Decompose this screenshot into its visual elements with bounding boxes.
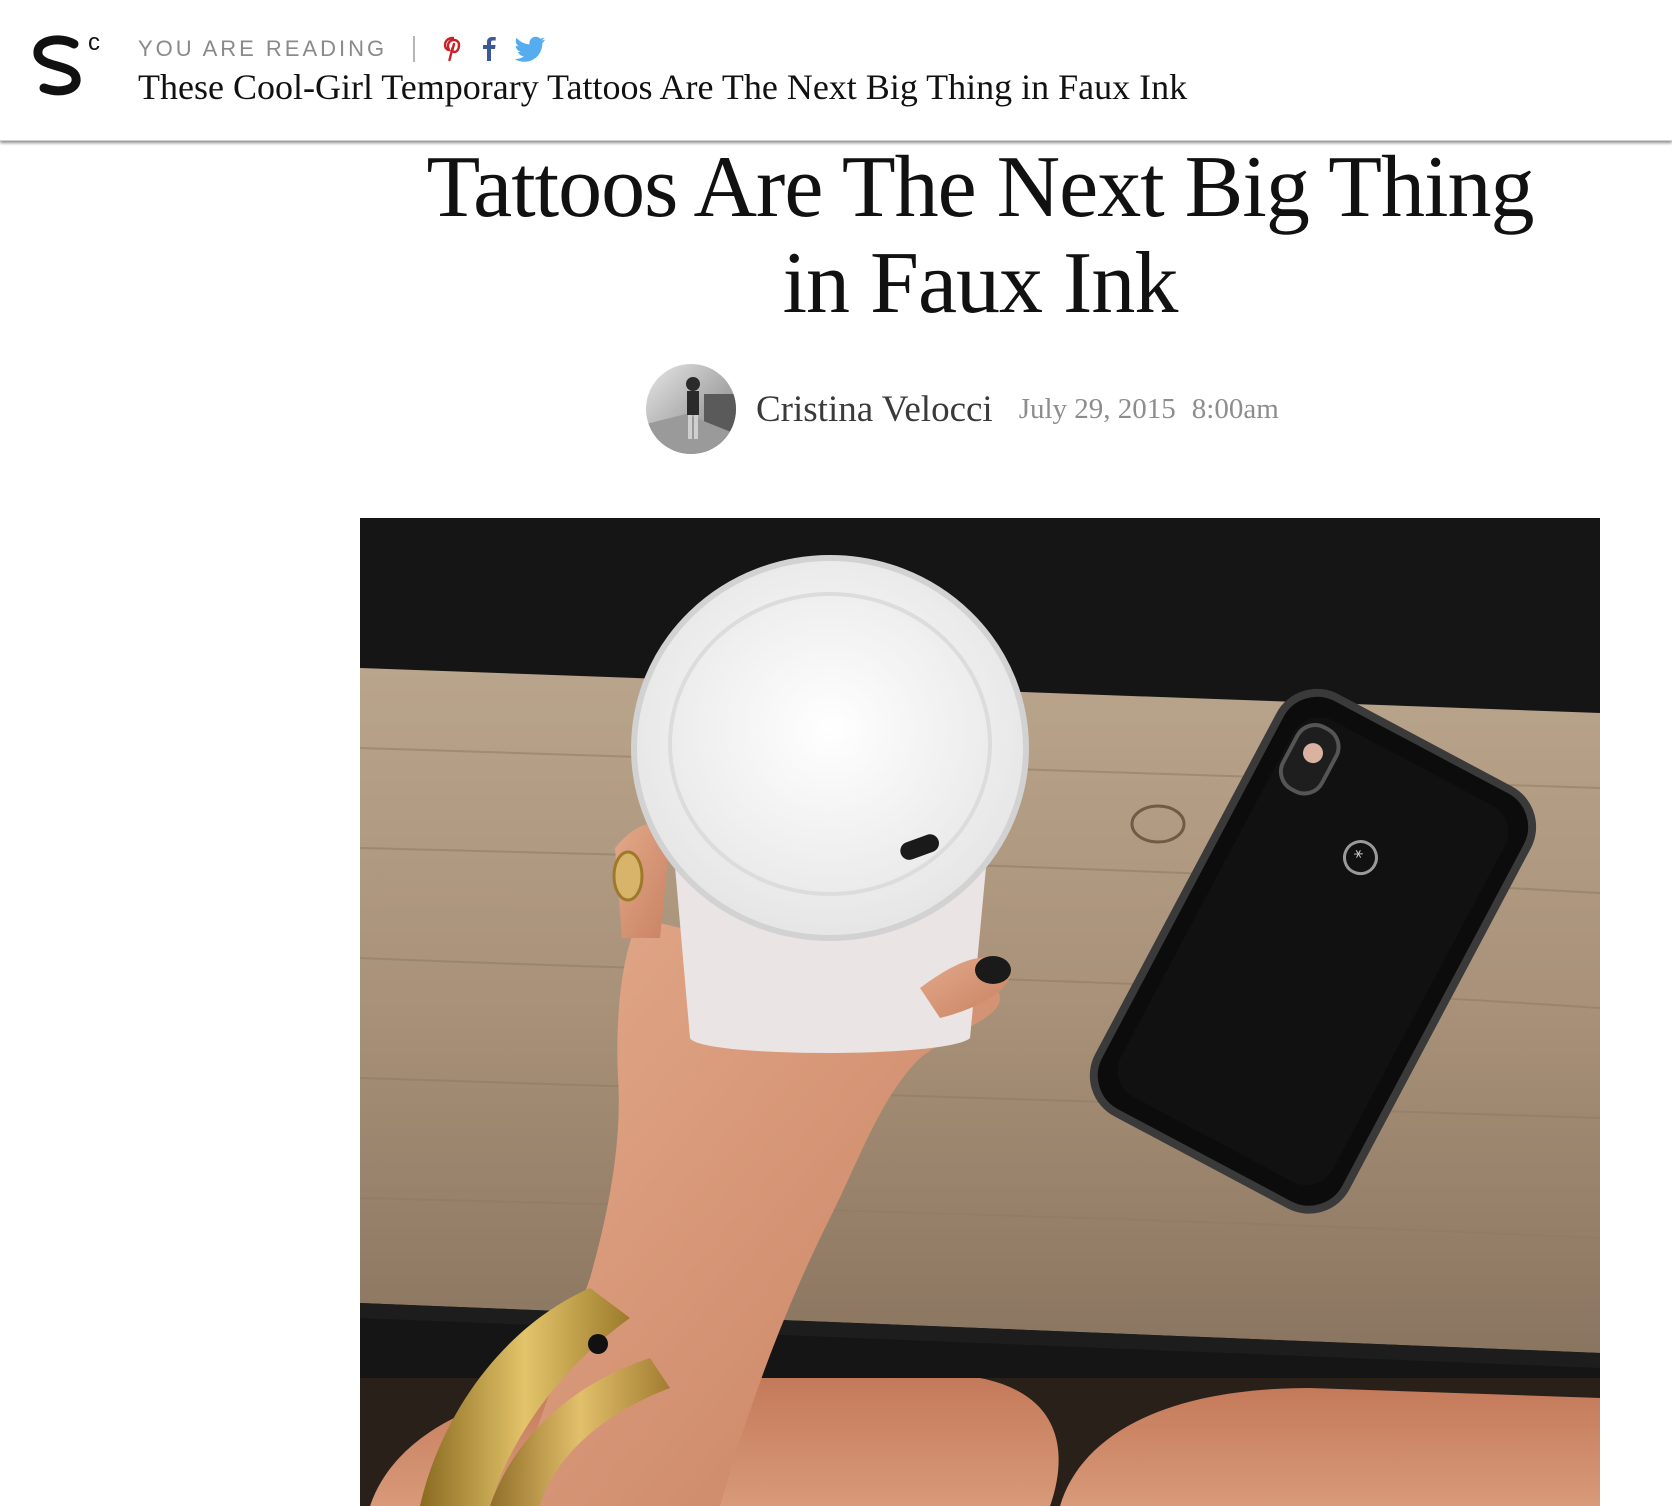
post-time: 8:00am [1191, 392, 1279, 425]
reading-row: YOU ARE READING [138, 34, 563, 64]
headline-line-1: Tattoos Are The Next Big Thing [426, 139, 1535, 236]
site-logo[interactable]: c [30, 28, 112, 98]
twitter-icon [515, 36, 546, 62]
facebook-share-button[interactable] [481, 34, 497, 64]
sticky-article-title[interactable]: These Cool-Girl Temporary Tattoos Are Th… [138, 66, 1187, 108]
twitter-share-button[interactable] [515, 34, 546, 64]
hero-image: * [360, 518, 1600, 1506]
author-name[interactable]: Cristina Velocci [756, 388, 993, 431]
pinterest-share-button[interactable] [443, 34, 463, 64]
sticky-header: c YOU ARE READING These Cool-Girl Tempor… [0, 0, 1672, 141]
headline-line-2: in Faux Ink [782, 235, 1179, 332]
pinterest-icon [443, 36, 461, 62]
byline: Cristina Velocci July 29, 2015 8:00am [646, 364, 1279, 454]
header-divider [413, 36, 416, 62]
article-headline: Tattoos Are The Next Big Thing in Faux I… [330, 140, 1630, 332]
svg-text:c: c [88, 29, 100, 56]
you-are-reading-label: YOU ARE READING [138, 36, 388, 61]
author-avatar[interactable] [646, 364, 736, 454]
post-date: July 29, 2015 [1018, 392, 1176, 425]
facebook-icon [483, 37, 496, 61]
